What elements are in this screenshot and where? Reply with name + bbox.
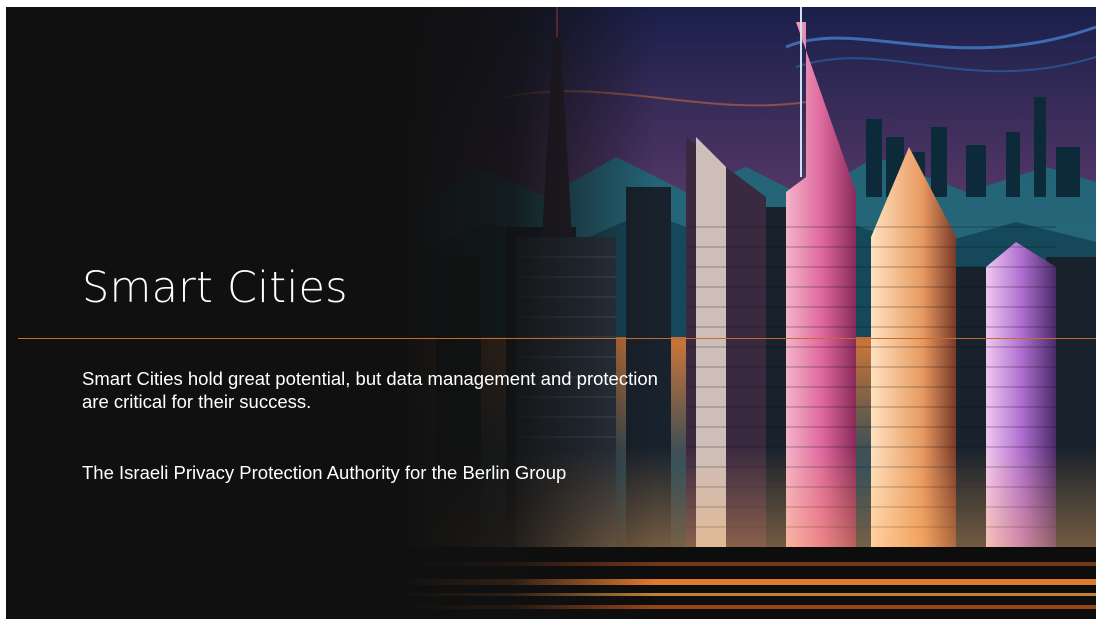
slide-title: Smart Cities [82,263,348,313]
slide: Smart Cities Smart Cities hold great pot… [6,7,1096,619]
slide-subtitle: Smart Cities hold great potential, but d… [82,368,658,412]
title-divider [18,338,1096,339]
slide-author: The Israeli Privacy Protection Authority… [82,462,567,483]
city-skyline-illustration [396,7,1096,619]
